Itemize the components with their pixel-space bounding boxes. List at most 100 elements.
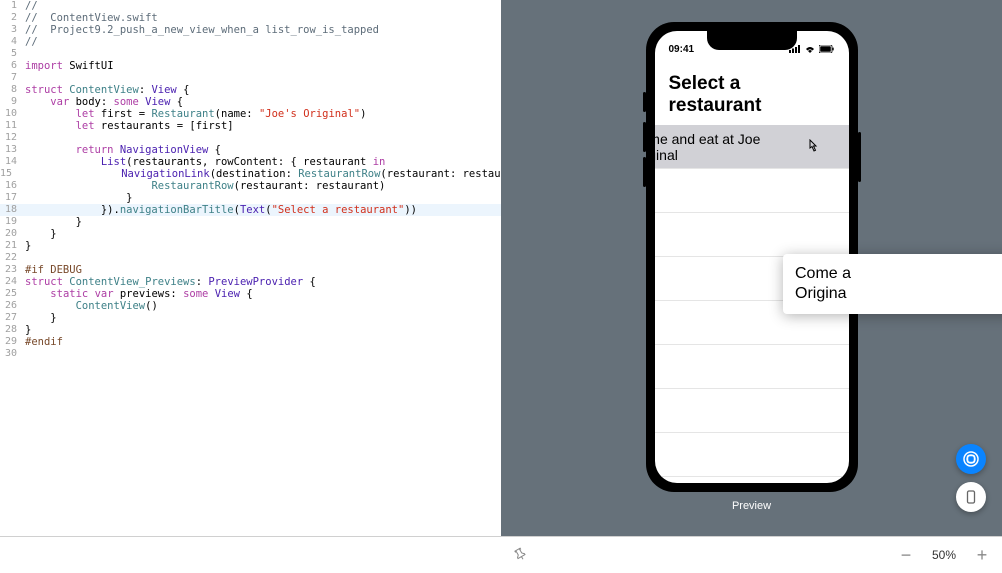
code-text: // <box>25 0 501 12</box>
line-number: 14 <box>0 156 25 168</box>
line-number: 11 <box>0 120 25 132</box>
code-line[interactable]: 7 <box>0 72 501 84</box>
code-line[interactable]: 14 List(restaurants, rowContent: { resta… <box>0 156 501 168</box>
zoom-in-button[interactable]: + <box>974 545 990 566</box>
status-icons <box>789 45 835 53</box>
list-row[interactable] <box>655 213 849 257</box>
code-text: NavigationLink(destination: RestaurantRo… <box>20 168 501 180</box>
target-icon <box>962 450 980 468</box>
line-number: 19 <box>0 216 25 228</box>
code-text <box>25 252 501 264</box>
code-text <box>25 72 501 84</box>
code-editor[interactable]: 1//2// ContentView.swift3// Project9.2_p… <box>0 0 501 536</box>
line-number: 21 <box>0 240 25 252</box>
code-text: } <box>25 240 501 252</box>
code-line[interactable]: 1// <box>0 0 501 12</box>
line-number: 10 <box>0 108 25 120</box>
line-number: 30 <box>0 348 25 360</box>
code-line[interactable]: 10 let first = Restaurant(name: "Joe's O… <box>0 108 501 120</box>
code-text: // Project9.2_push_a_new_view_when_a lis… <box>25 24 501 36</box>
main-area: 1//2// ContentView.swift3// Project9.2_p… <box>0 0 1002 536</box>
bottom-toolbar: − 50% + <box>0 536 1002 573</box>
battery-icon <box>819 45 835 53</box>
line-number: 18 <box>0 204 25 216</box>
phone-side-button-left <box>643 92 646 112</box>
code-line[interactable]: 9 var body: some View { <box>0 96 501 108</box>
code-line[interactable]: 5 <box>0 48 501 60</box>
code-line[interactable]: 29#endif <box>0 336 501 348</box>
preview-float-buttons <box>956 444 986 512</box>
line-number: 6 <box>0 60 25 72</box>
code-text: } <box>25 324 501 336</box>
line-number: 17 <box>0 192 25 204</box>
code-line[interactable]: 15 NavigationLink(destination: Restauran… <box>0 168 501 180</box>
code-line[interactable]: 20 } <box>0 228 501 240</box>
code-text: } <box>25 216 501 228</box>
phone-side-button-left <box>643 122 646 152</box>
code-text: // <box>25 36 501 48</box>
preview-pane: 09:41 Select a restaurant ome and eat at… <box>501 0 1002 536</box>
status-time: 09:41 <box>669 44 695 55</box>
code-text: var body: some View { <box>25 96 501 108</box>
list-row[interactable] <box>655 169 849 213</box>
code-line[interactable]: 21} <box>0 240 501 252</box>
code-line[interactable]: 25 static var previews: some View { <box>0 288 501 300</box>
code-line[interactable]: 6import SwiftUI <box>0 60 501 72</box>
code-line[interactable]: 19 } <box>0 216 501 228</box>
line-number: 5 <box>0 48 25 60</box>
code-line[interactable]: 13 return NavigationView { <box>0 144 501 156</box>
line-number: 12 <box>0 132 25 144</box>
preview-refresh-button[interactable] <box>956 444 986 474</box>
code-line[interactable]: 30 <box>0 348 501 360</box>
navigation-title: Select a restaurant <box>655 61 849 125</box>
code-line[interactable]: 26 ContentView() <box>0 300 501 312</box>
list-row[interactable] <box>655 345 849 389</box>
code-text: return NavigationView { <box>25 144 501 156</box>
pin-icon[interactable] <box>513 547 527 564</box>
phone-side-button-right <box>858 132 861 182</box>
code-line[interactable]: 18 }).navigationBarTitle(Text("Select a … <box>0 204 501 216</box>
code-line[interactable]: 24struct ContentView_Previews: PreviewPr… <box>0 276 501 288</box>
line-number: 16 <box>0 180 25 192</box>
list-row[interactable] <box>655 477 849 483</box>
code-line[interactable]: 22 <box>0 252 501 264</box>
code-line[interactable]: 12 <box>0 132 501 144</box>
device-icon <box>963 489 979 505</box>
line-number: 20 <box>0 228 25 240</box>
line-number: 25 <box>0 288 25 300</box>
code-line[interactable]: 23#if DEBUG <box>0 264 501 276</box>
code-line[interactable]: 4// <box>0 36 501 48</box>
code-line[interactable]: 8struct ContentView: View { <box>0 84 501 96</box>
line-number: 24 <box>0 276 25 288</box>
code-line[interactable]: 2// ContentView.swift <box>0 12 501 24</box>
code-text: } <box>25 192 501 204</box>
line-number: 23 <box>0 264 25 276</box>
code-line[interactable]: 28} <box>0 324 501 336</box>
line-number: 4 <box>0 36 25 48</box>
code-text <box>25 132 501 144</box>
overlay-tooltip: Come a Origina <box>783 254 1002 314</box>
code-text: RestaurantRow(restaurant: restaurant) <box>25 180 501 192</box>
code-text: } <box>25 228 501 240</box>
code-text: let first = Restaurant(name: "Joe's Orig… <box>25 108 501 120</box>
phone-side-button-left <box>643 157 646 187</box>
row-text: ome and eat at Joe riginal <box>655 131 761 163</box>
phone-notch <box>707 31 797 50</box>
zoom-out-button[interactable]: − <box>898 545 914 566</box>
preview-device-button[interactable] <box>956 482 986 512</box>
line-number: 2 <box>0 12 25 24</box>
list-row[interactable] <box>655 389 849 433</box>
list-row[interactable] <box>655 433 849 477</box>
code-line[interactable]: 17 } <box>0 192 501 204</box>
code-line[interactable]: 27 } <box>0 312 501 324</box>
cursor-icon <box>805 139 821 158</box>
code-line[interactable]: 11 let restaurants = [first] <box>0 120 501 132</box>
line-number: 1 <box>0 0 25 12</box>
list-row[interactable]: ome and eat at Joe riginal <box>655 125 849 169</box>
code-text <box>25 348 501 360</box>
code-text: #if DEBUG <box>25 264 501 276</box>
code-text: let restaurants = [first] <box>25 120 501 132</box>
code-text: // ContentView.swift <box>25 12 501 24</box>
code-line[interactable]: 3// Project9.2_push_a_new_view_when_a li… <box>0 24 501 36</box>
code-line[interactable]: 16 RestaurantRow(restaurant: restaurant) <box>0 180 501 192</box>
